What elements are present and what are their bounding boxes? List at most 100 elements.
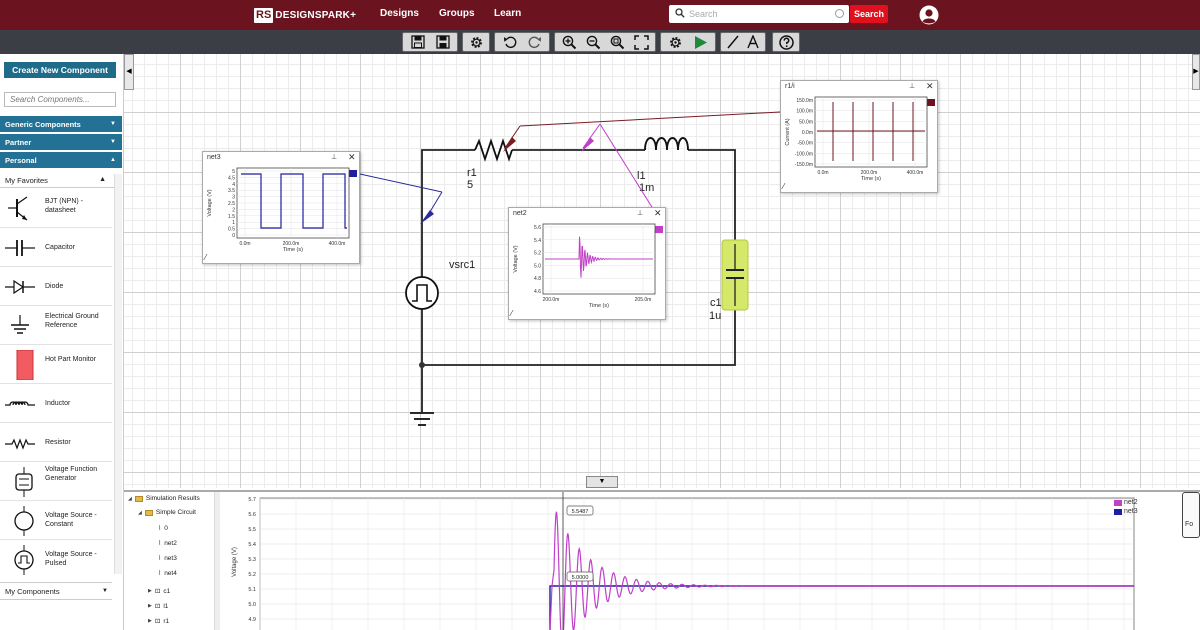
text-tool-icon[interactable] — [744, 33, 762, 51]
category-personal[interactable]: Personal ▲ — [0, 152, 122, 168]
nav-link-designs[interactable]: Designs — [380, 8, 419, 19]
chevron-left-icon: ◀ — [126, 68, 132, 75]
x-axis-label: Time (s) — [283, 247, 303, 253]
zoom-out-icon[interactable] — [584, 33, 602, 51]
y-tick-label: 4.5 — [228, 175, 235, 181]
bjt-npn-icon — [8, 196, 28, 221]
category-generic-components[interactable]: Generic Components ▼ — [0, 116, 122, 132]
search-button[interactable]: Search — [850, 5, 888, 23]
close-icon[interactable]: ✕ — [654, 208, 662, 219]
component-function-generator[interactable]: Voltage Function Generator — [0, 463, 112, 501]
tree-node-label: net3 — [164, 554, 177, 562]
tree-node-l1[interactable]: ▶ ⊡ l1 — [148, 602, 168, 611]
category-partner[interactable]: Partner ▼ — [0, 134, 122, 150]
component-ground[interactable]: Electrical Ground Reference — [0, 307, 112, 345]
component-library-panel: Create New Component Generic Components ▼… — [0, 54, 124, 630]
zoom-in-icon[interactable] — [560, 33, 578, 51]
close-icon[interactable]: ✕ — [348, 152, 356, 163]
component-resistor[interactable]: Resistor — [0, 424, 112, 462]
legend-entry-net3[interactable]: net3 — [1114, 507, 1138, 516]
save-icon[interactable] — [409, 33, 427, 51]
clear-search-icon[interactable] — [835, 9, 844, 18]
collapse-right-panel-button[interactable]: ▶ — [1192, 54, 1200, 90]
side-tool-panel[interactable]: Fo — [1182, 492, 1200, 538]
tree-node-simulation-results[interactable]: ◢ Simulation Results — [128, 495, 200, 502]
fullscreen-icon[interactable] — [632, 33, 650, 51]
y-tick-label: 1 — [232, 220, 235, 226]
nav-link-groups[interactable]: Groups — [439, 8, 475, 19]
probe-window-r1-current[interactable]: r1/i ⊥ ✕ ⁄ 150.0m 100.0m 50.0m 0.0m -50.0m -1… — [780, 80, 938, 193]
component-label: BJT (NPN) - datasheet — [45, 198, 83, 214]
nav-link-learn[interactable]: Learn — [494, 8, 521, 19]
my-favorites-header[interactable]: My Favorites ▲ — [0, 172, 122, 188]
tree-node-label: Simple Circuit — [155, 509, 196, 516]
cursor-value-label: 5.0000 — [572, 575, 589, 581]
create-new-component-button[interactable]: Create New Component — [4, 62, 116, 78]
run-simulation-icon[interactable] — [692, 33, 710, 51]
probe-title: net2 — [513, 210, 527, 217]
legend-swatch — [1114, 499, 1122, 506]
component-diode[interactable]: Diode — [0, 268, 112, 306]
wire-tool-icon[interactable] — [724, 33, 742, 51]
pin-icon[interactable]: ⊥ — [331, 153, 337, 161]
y-axis-label: Voltage (V) — [232, 547, 238, 577]
tree-node-net2[interactable]: ⌇ net2 — [158, 539, 177, 548]
designspark-logo[interactable]: RS DESIGNSPARK+ — [254, 7, 356, 23]
pin-icon[interactable]: ⊥ — [909, 82, 915, 90]
component-search-input[interactable] — [4, 92, 116, 107]
logo-rs-mark: RS — [254, 7, 274, 23]
plot-frame — [259, 497, 1135, 630]
tree-node-c1[interactable]: ▶ ⊡ c1 — [148, 587, 170, 596]
legend-entry-net2[interactable]: net2 — [1114, 498, 1138, 507]
save-as-icon[interactable] — [434, 33, 452, 51]
expand-arrow-icon: ◢ — [128, 495, 132, 502]
chevron-down-icon: ▼ — [110, 121, 116, 127]
tree-node-net4[interactable]: ⌇ net4 — [158, 569, 177, 578]
user-avatar-icon[interactable] — [919, 5, 939, 25]
y-tick-label: 5.6 — [248, 512, 256, 518]
component-inductor[interactable]: Inductor — [0, 385, 112, 423]
favorites-component-list: BJT (NPN) - datasheet Capacitor Diode El… — [0, 190, 112, 577]
component-bjt-npn[interactable]: BJT (NPN) - datasheet — [0, 190, 112, 228]
tree-node-net3[interactable]: ⌇ net3 — [158, 554, 177, 563]
my-components-header[interactable]: My Components ▼ — [0, 582, 112, 600]
site-search-input[interactable] — [689, 7, 829, 21]
x-axis-label: Time (s) — [861, 176, 881, 182]
component-capacitor[interactable]: Capacitor — [0, 229, 112, 267]
chevron-down-icon: ▼ — [102, 588, 108, 594]
pin-icon[interactable]: ⊥ — [637, 209, 643, 217]
zoom-fit-icon[interactable] — [608, 33, 626, 51]
probe-window-net2[interactable]: net2 ⊥ ✕ ⁄ 5.6 5.4 5.2 5.0 4.8 4.6 200.0m 205.0… — [508, 207, 666, 320]
component-list-scrollbar[interactable] — [114, 174, 122, 574]
component-label: Resistor — [45, 439, 71, 446]
logo-wordmark: DESIGNSPARK+ — [275, 9, 357, 21]
component-dc-source[interactable]: Voltage Source - Constant — [0, 502, 112, 540]
component-label: Electrical Ground Reference — [45, 313, 99, 329]
y-tick-label: 100.0m — [796, 109, 813, 115]
tree-node-label: r1 — [163, 617, 170, 625]
collapse-left-panel-button[interactable]: ◀ — [124, 54, 134, 90]
tree-node-simple-circuit[interactable]: ◢ Simple Circuit — [138, 509, 196, 516]
simulation-settings-icon[interactable] — [667, 33, 685, 51]
component-hot-part-monitor[interactable]: Hot Part Monitor — [0, 346, 112, 384]
redo-icon[interactable] — [526, 33, 544, 51]
legend-label: net2 — [1124, 499, 1138, 506]
probe-window-net3[interactable]: net3 ⊥ ✕ ⁄ 5 4.5 4 3.5 3 2.5 2 1.5 1 0.5 0 0.0m 200.… — [202, 151, 360, 264]
settings-icon[interactable] — [467, 33, 485, 51]
y-tick-label: 5.2 — [248, 572, 256, 578]
component-pulse-source[interactable]: Voltage Source - Pulsed — [0, 541, 112, 577]
results-waveform-plot[interactable]: 5.75.65.55.45.35.25.15.04.94.84.7Voltage… — [220, 492, 1180, 630]
tree-node-label: Simulation Results — [145, 495, 200, 502]
component-label: Voltage Function Generator — [45, 466, 98, 482]
help-icon[interactable] — [777, 33, 795, 51]
category-label: Personal — [5, 156, 37, 165]
zoom-tool-group — [554, 32, 656, 52]
tree-node-net-0[interactable]: ⌇ 0 — [158, 524, 168, 533]
undo-icon[interactable] — [501, 33, 519, 51]
folder-icon — [144, 509, 153, 516]
tree-node-r1[interactable]: ▶ ⊡ r1 — [148, 617, 170, 626]
toggle-results-panel-button[interactable]: ▼ — [586, 476, 618, 488]
close-icon[interactable]: ✕ — [926, 81, 934, 92]
settings-tool-group — [462, 32, 490, 52]
y-tick-label: 4.6 — [534, 289, 541, 295]
